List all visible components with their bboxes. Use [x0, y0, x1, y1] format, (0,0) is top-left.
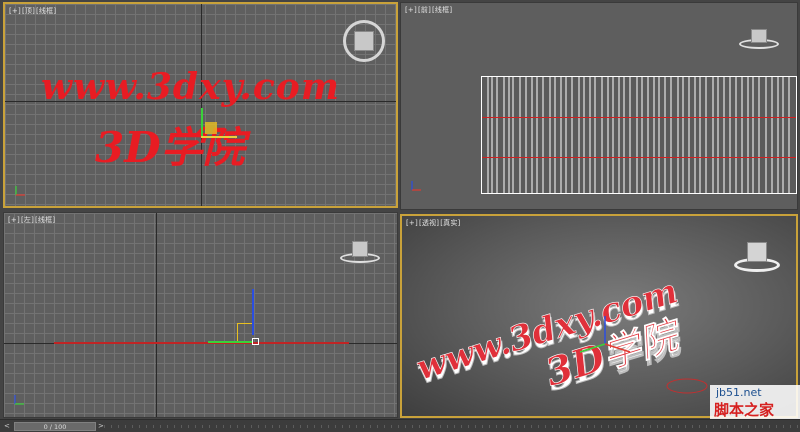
viewcube-cube-icon[interactable]	[354, 31, 374, 51]
viewport-menu-plus[interactable]: [+]	[405, 6, 417, 14]
viewcube-cube-icon[interactable]	[352, 241, 368, 257]
viewport-view-name[interactable]: [顶]	[22, 7, 35, 15]
viewport-left-label[interactable]: [+][左][线框]	[8, 215, 56, 225]
viewport-left[interactable]: [+][左][线框]	[3, 212, 398, 418]
gizmo-y-axis[interactable]	[208, 341, 252, 343]
front-text-stripes	[487, 77, 790, 193]
watermark-url: jb51.net	[716, 386, 762, 399]
viewport-shading-mode[interactable]: [线框]	[35, 216, 55, 224]
site-watermark: jb51.net 脚本之家	[710, 385, 800, 419]
viewport-view-name[interactable]: [前]	[418, 6, 431, 14]
axis-tripod-icon	[15, 186, 25, 196]
gizmo-z-axis[interactable]	[252, 289, 254, 335]
viewport-menu-plus[interactable]: [+]	[9, 7, 21, 15]
viewport-front[interactable]: [+][前][线框]	[400, 2, 798, 210]
viewport-shading-mode[interactable]: [线框]	[432, 6, 452, 14]
viewcube[interactable]	[739, 27, 779, 51]
viewcube-cube-icon[interactable]	[751, 29, 767, 43]
scene-text-url[interactable]: www.3dxy.com	[41, 66, 340, 108]
timeline-track[interactable]	[104, 425, 798, 428]
front-extruded-text-object[interactable]	[481, 76, 797, 194]
timeline-prev-button[interactable]: <	[4, 422, 10, 430]
viewport-menu-plus[interactable]: [+]	[8, 216, 20, 224]
axis-tripod-icon	[411, 181, 421, 191]
viewport-shading-mode[interactable]: [线框]	[36, 7, 56, 15]
transform-gizmo[interactable]	[202, 289, 262, 349]
gizmo-y-axis[interactable]	[201, 108, 203, 138]
viewcube[interactable]	[340, 239, 380, 265]
front-redline-top	[482, 117, 796, 118]
gizmo-pivot[interactable]	[252, 338, 259, 345]
timeline-bar[interactable]: < 0 / 100 >	[0, 419, 800, 432]
axis-tripod-icon	[14, 395, 24, 405]
grid-axis-vertical	[156, 213, 157, 417]
viewport-front-label[interactable]: [+][前][线框]	[405, 5, 453, 15]
viewport-view-name[interactable]: [左]	[21, 216, 34, 224]
gizmo-plane-handle[interactable]	[237, 323, 252, 341]
viewcube[interactable]	[343, 20, 385, 62]
transform-gizmo[interactable]	[199, 108, 249, 148]
watermark-name: 脚本之家	[714, 401, 775, 419]
viewport-top-label[interactable]: [+][顶][线框]	[9, 6, 57, 16]
front-redline-bottom	[482, 157, 796, 158]
persp-light-gizmo	[666, 378, 708, 394]
viewport-top[interactable]: [+][顶][线框] www.3dxy.com 3D学院	[3, 2, 398, 208]
gizmo-x-axis[interactable]	[201, 136, 237, 138]
timeline-slider[interactable]: 0 / 100	[14, 422, 96, 431]
gizmo-plane-handle[interactable]	[205, 122, 217, 134]
timeline-next-button[interactable]: >	[98, 422, 104, 430]
